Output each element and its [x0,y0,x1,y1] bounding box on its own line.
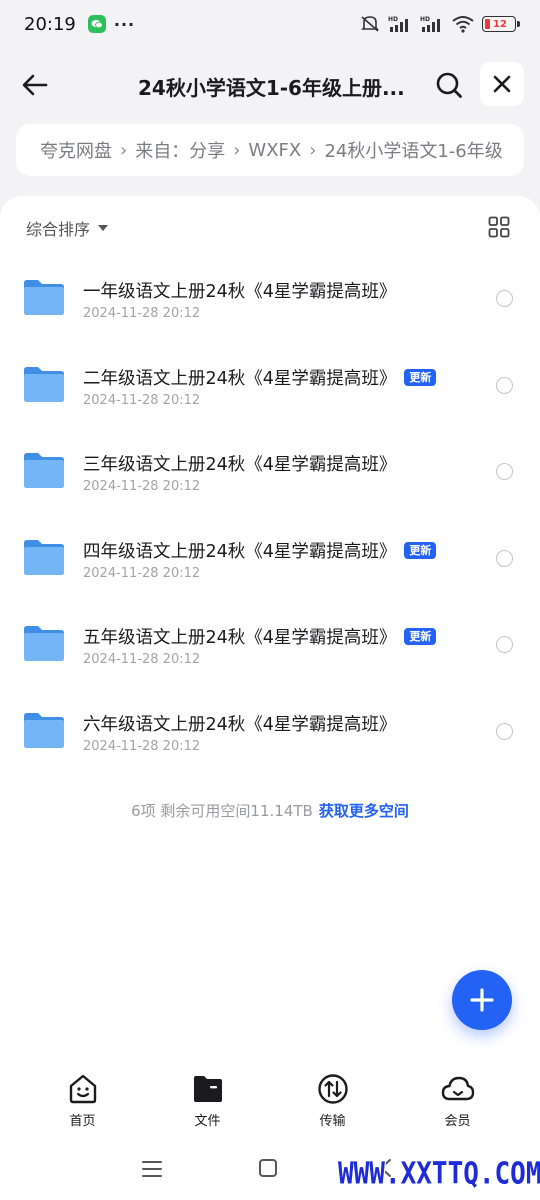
breadcrumb-item-current[interactable]: 24秋小学语文1-6年级 [324,137,502,163]
nav-label: 会员 [444,1114,471,1129]
list-item[interactable]: 四年级语文上册24秋《4星学霸提高班》 更新 2024-11-28 20:12 [0,512,540,599]
transfer-icon [317,1074,348,1104]
home-face-icon [69,1074,96,1104]
signal-icon-2: HD [420,16,440,32]
folder-icon [24,626,64,662]
caret-down-icon [98,225,109,231]
get-more-space-link[interactable]: 获取更多空间 [319,802,409,820]
wifi-icon [452,16,474,33]
status-bar: 20:19 ··· HD HD 12 [0,0,540,48]
header: 24秋小学语文1-6年级上册... [0,56,540,114]
select-checkbox[interactable] [496,722,513,740]
file-name: 二年级语文上册24秋《4星学霸提高班》 [83,368,397,389]
watermark: WWW.XXTTQ.COM [338,1157,540,1192]
back-button[interactable] [18,68,52,102]
select-checkbox[interactable] [496,549,513,567]
folder-icon [24,280,64,315]
select-checkbox[interactable] [496,463,513,481]
file-name: 五年级语文上册24秋《4星学霸提高班》 [83,628,397,649]
arrow-left-icon [22,74,48,96]
folder-icon [24,366,64,402]
storage-footer: 6项 剩余可用空间11.14TB 获取更多空间 [0,800,540,821]
nav-label: 文件 [194,1114,221,1129]
search-button[interactable] [432,68,466,102]
status-time: 20:19 [24,13,76,35]
file-list: 一年级语文上册24秋《4星学霸提高班》 2024-11-28 20:12 二年级… [0,252,540,772]
cloud-member-icon [441,1076,474,1101]
close-icon [493,75,511,93]
file-name: 一年级语文上册24秋《4星学霸提高班》 [83,282,397,302]
breadcrumb-item-root[interactable]: 夸克网盘 [40,137,112,163]
list-item[interactable]: 二年级语文上册24秋《4星学霸提高班》 更新 2024-11-28 20:12 [0,339,540,426]
menu-icon[interactable] [142,1160,162,1178]
select-checkbox[interactable] [496,636,513,654]
breadcrumb-item-wxfx[interactable]: WXFX [248,140,301,161]
nav-item-transfer[interactable]: 传输 [270,1072,395,1134]
chevron-right-icon: › [233,139,241,161]
nav-item-member[interactable]: 会员 [395,1072,520,1134]
sort-dropdown[interactable]: 综合排序 [26,216,109,240]
battery-icon: 12 [482,16,520,32]
wechat-icon [87,15,106,33]
file-name: 六年级语文上册24秋《4星学霸提高班》 [83,714,397,735]
nav-item-files[interactable]: 文件 [145,1072,270,1134]
file-panel: 综合排序 一年级语文上册24秋《4星学霸提高班》 2024-11-28 20:1… [0,196,540,1200]
file-date: 2024-11-28 20:12 [83,652,201,668]
bottom-nav: 首页 文件 传输 会员 [0,1072,540,1134]
file-date: 2024-11-28 20:12 [83,565,201,581]
svg-text:HD: HD [420,16,430,23]
list-item[interactable]: 五年级语文上册24秋《4星学霸提高班》 更新 2024-11-28 20:12 [0,598,540,685]
update-badge: 更新 [404,541,437,559]
file-date: 2024-11-28 20:12 [83,392,201,408]
folder-icon [24,539,64,575]
chevron-right-icon: › [309,139,317,161]
chevron-right-icon: › [120,139,128,161]
breadcrumb: 夸克网盘 › 来自：分享 › WXFX › 24秋小学语文1-6年级 [16,124,524,176]
signal-icon: HD [388,16,408,32]
folder-icon [24,712,64,748]
close-button[interactable] [480,62,524,106]
page-title: 24秋小学语文1-6年级上册... [138,76,405,100]
home-button-icon[interactable] [259,1159,277,1177]
status-icons: HD HD 12 [360,15,520,33]
nav-label: 传输 [319,1114,346,1129]
grid-view-icon[interactable] [488,216,510,238]
update-badge: 更新 [404,628,437,646]
list-item[interactable]: 三年级语文上册24秋《4星学霸提高班》 2024-11-28 20:12 [0,425,540,512]
file-date: 2024-11-28 20:12 [83,306,201,321]
battery-level: 12 [493,18,507,30]
nav-item-home[interactable]: 首页 [20,1072,145,1134]
search-icon [436,72,462,98]
nav-label: 首页 [69,1114,96,1129]
file-date: 2024-11-28 20:12 [83,738,201,754]
folder-file-icon [193,1076,222,1102]
folder-icon [24,453,64,489]
list-item[interactable]: 六年级语文上册24秋《4星学霸提高班》 2024-11-28 20:12 [0,685,540,772]
update-badge: 更新 [404,368,437,386]
mute-icon [361,16,379,32]
file-name: 四年级语文上册24秋《4星学霸提高班》 [83,541,397,562]
add-button[interactable] [452,970,512,1030]
file-date: 2024-11-28 20:12 [83,479,201,495]
status-more-icon: ··· [113,14,136,34]
plus-icon [470,988,494,1012]
sort-label: 综合排序 [26,220,91,239]
select-checkbox[interactable] [496,290,513,307]
select-checkbox[interactable] [496,376,513,394]
breadcrumb-item-share[interactable]: 来自：分享 [135,137,225,163]
svg-text:HD: HD [388,16,398,23]
file-name: 三年级语文上册24秋《4星学霸提高班》 [83,455,397,476]
list-item[interactable]: 一年级语文上册24秋《4星学霸提高班》 2024-11-28 20:12 [0,252,540,339]
storage-info: 6项 剩余可用空间11.14TB [131,802,313,820]
